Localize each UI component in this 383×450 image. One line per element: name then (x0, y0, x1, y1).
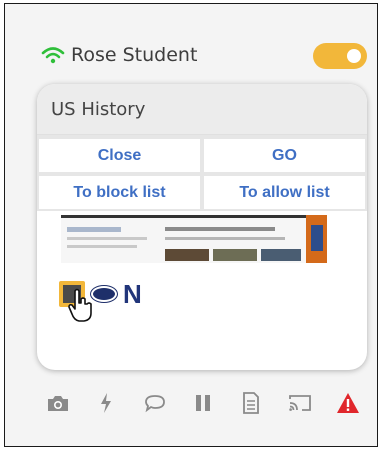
student-row: Rose Student (41, 40, 367, 70)
hand-cursor-icon (68, 288, 92, 322)
cast-icon[interactable] (287, 390, 313, 416)
toggle-knob (347, 49, 361, 63)
thumb-image (165, 249, 209, 261)
lightning-icon[interactable] (93, 390, 119, 416)
go-button[interactable]: GO (204, 139, 365, 172)
chat-icon[interactable] (142, 390, 168, 416)
thumb-block (67, 237, 147, 240)
thumb-image (213, 249, 257, 261)
document-icon[interactable] (238, 390, 264, 416)
tab-card: US History Close GO To block list To all… (37, 84, 367, 370)
n-logo-icon[interactable]: N (123, 281, 142, 307)
camera-icon[interactable] (45, 390, 71, 416)
thumb-ad-inner (311, 225, 323, 251)
thumb-image (261, 249, 301, 261)
card-title: US History (37, 84, 367, 135)
close-button[interactable]: Close (39, 139, 200, 172)
student-toggle[interactable] (313, 43, 367, 69)
tab-preview: N (37, 211, 367, 331)
window-frame: Rose Student US History Close GO To bloc… (4, 3, 378, 447)
page-thumbnail[interactable] (61, 215, 327, 263)
to-block-list-button[interactable]: To block list (39, 176, 200, 209)
to-allow-list-button[interactable]: To allow list (204, 176, 365, 209)
thumb-block (67, 245, 137, 248)
warning-icon[interactable] (335, 390, 361, 416)
wifi-icon (41, 47, 65, 64)
thumb-block (165, 227, 275, 231)
thumb-topbar (61, 215, 327, 218)
pause-icon[interactable] (190, 390, 216, 416)
thumb-block (67, 227, 121, 232)
student-name: Rose Student (71, 44, 198, 66)
thumb-block (165, 237, 285, 240)
control-toolbar (45, 388, 361, 418)
action-buttons: Close GO To block list To allow list (37, 135, 367, 211)
